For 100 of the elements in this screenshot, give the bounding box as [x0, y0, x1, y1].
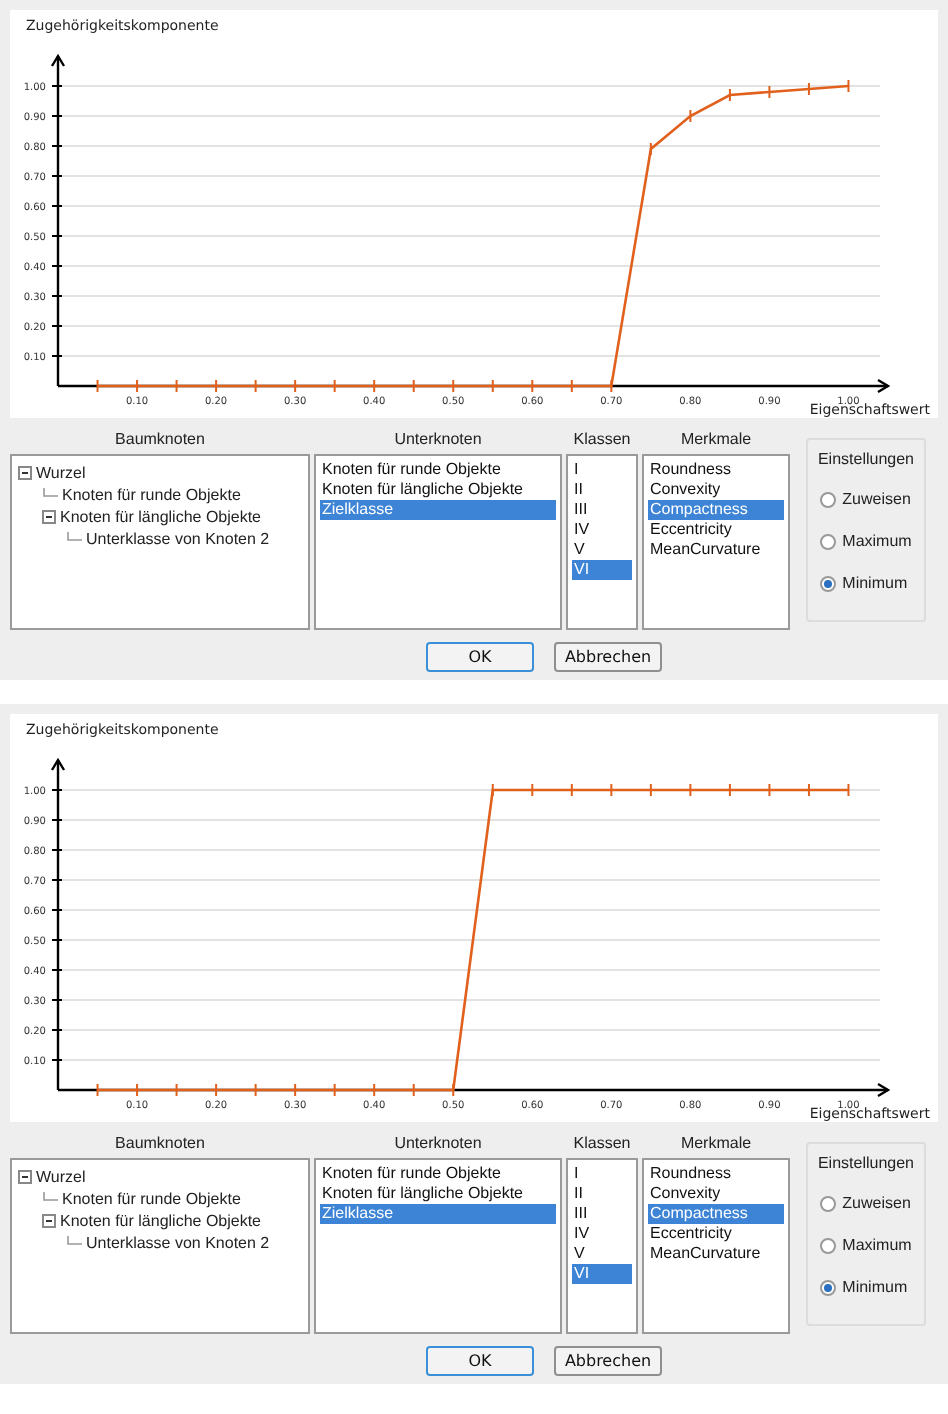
tree-connector-icon	[42, 487, 58, 503]
column-heading: Baumknoten	[115, 428, 205, 452]
data-point-marker	[452, 1083, 455, 1097]
data-point-marker	[412, 379, 415, 393]
tree-item[interactable]: Knoten für längliche Objekte	[60, 1209, 262, 1233]
collapse-icon[interactable]	[42, 510, 56, 524]
list-item[interactable]: Compactness	[648, 1204, 784, 1224]
list-item[interactable]: Knoten für runde Objekte	[320, 460, 556, 480]
column-heading: Klassen	[573, 1132, 631, 1156]
list-item[interactable]: Knoten für runde Objekte	[320, 1164, 556, 1184]
y-tick-mark	[51, 85, 63, 87]
radio-button[interactable]	[820, 534, 837, 550]
radio-button[interactable]	[820, 492, 837, 508]
dialog-button[interactable]: Abbrechen	[554, 1346, 662, 1376]
column-heading: Baumknoten	[115, 1132, 205, 1156]
data-point-marker	[531, 783, 534, 797]
data-point-marker	[373, 379, 376, 393]
list-item[interactable]: II	[572, 480, 632, 500]
list-item[interactable]: Compactness	[648, 500, 784, 520]
data-point-marker	[136, 379, 139, 393]
collapse-icon[interactable]	[42, 1214, 56, 1228]
tree-item[interactable]: Unterklasse von Knoten 2	[86, 1231, 270, 1255]
y-tick-mark	[51, 969, 63, 971]
data-point-marker	[333, 379, 336, 393]
tree-item[interactable]: Wurzel	[36, 461, 86, 485]
radio-label[interactable]: Maximum	[842, 1234, 912, 1258]
tree-item[interactable]: Wurzel	[36, 1165, 86, 1189]
column-heading: Unterknoten	[394, 1132, 482, 1156]
y-tick-mark	[51, 999, 63, 1001]
list-item[interactable]: Zielklasse	[320, 500, 556, 520]
column-heading: Merkmale	[680, 1132, 752, 1156]
list-item[interactable]: Convexity	[648, 480, 784, 500]
radio-button[interactable]	[820, 1280, 837, 1296]
data-point-marker	[570, 379, 573, 393]
list-item[interactable]: III	[572, 500, 632, 520]
y-tick-mark	[51, 325, 63, 327]
data-point-marker	[175, 379, 178, 393]
y-tick-mark	[51, 115, 63, 117]
data-point-marker	[807, 783, 810, 797]
list-item[interactable]: Roundness	[648, 460, 784, 480]
list-item[interactable]: V	[572, 540, 632, 560]
data-point-marker	[649, 783, 652, 797]
list-item[interactable]: VI	[572, 1264, 632, 1284]
list-item[interactable]: I	[572, 460, 632, 480]
list-item[interactable]: MeanCurvature	[648, 1244, 784, 1264]
list-item[interactable]: II	[572, 1184, 632, 1204]
radio-button[interactable]	[820, 1196, 837, 1212]
list-item[interactable]: Knoten für längliche Objekte	[320, 1184, 556, 1204]
group-title: Einstellungen	[817, 1152, 915, 1176]
list-item[interactable]: Eccentricity	[648, 520, 784, 540]
y-tick-mark	[51, 355, 63, 357]
radio-label[interactable]: Maximum	[842, 530, 912, 554]
list-item[interactable]: Convexity	[648, 1184, 784, 1204]
collapse-icon[interactable]	[18, 1170, 32, 1184]
tree-item[interactable]: Knoten für runde Objekte	[62, 1187, 241, 1211]
data-point-marker	[768, 85, 771, 99]
radio-label[interactable]: Zuweisen	[842, 488, 911, 512]
data-point-marker	[847, 783, 850, 797]
data-point-marker	[254, 379, 257, 393]
data-point-marker	[412, 1083, 415, 1097]
list-item[interactable]: MeanCurvature	[648, 540, 784, 560]
list-item[interactable]: III	[572, 1204, 632, 1224]
collapse-icon[interactable]	[18, 466, 32, 480]
data-point-marker	[570, 783, 573, 797]
data-point-marker	[689, 783, 692, 797]
y-tick-mark	[51, 295, 63, 297]
tree-item[interactable]: Unterklasse von Knoten 2	[86, 527, 270, 551]
data-point-marker	[807, 82, 810, 96]
tree-item[interactable]: Knoten für längliche Objekte	[60, 505, 262, 529]
data-point-marker	[847, 79, 850, 93]
list-item[interactable]: IV	[572, 520, 632, 540]
list-item[interactable]: Knoten für längliche Objekte	[320, 480, 556, 500]
radio-label[interactable]: Minimum	[842, 1276, 908, 1300]
list-item[interactable]: VI	[572, 560, 632, 580]
tree-item[interactable]: Knoten für runde Objekte	[62, 483, 241, 507]
list-item[interactable]: Zielklasse	[320, 1204, 556, 1224]
y-tick-mark	[51, 1029, 63, 1031]
data-point-marker	[491, 379, 494, 393]
list-item[interactable]: Eccentricity	[648, 1224, 784, 1244]
list-item[interactable]: V	[572, 1244, 632, 1264]
radio-button[interactable]	[820, 576, 837, 592]
data-point-marker	[649, 142, 652, 156]
column-heading: Merkmale	[680, 428, 752, 452]
data-point-marker	[294, 1083, 297, 1097]
group-title: Einstellungen	[817, 448, 915, 472]
radio-button[interactable]	[820, 1238, 837, 1254]
dialog-button[interactable]: OK	[426, 1346, 534, 1376]
list-item[interactable]: IV	[572, 1224, 632, 1244]
radio-label[interactable]: Zuweisen	[842, 1192, 911, 1216]
list-item[interactable]: I	[572, 1164, 632, 1184]
dialog-button[interactable]: Abbrechen	[554, 642, 662, 672]
dialog-button[interactable]: OK	[426, 642, 534, 672]
y-tick-mark	[51, 909, 63, 911]
y-tick-mark	[51, 849, 63, 851]
radio-label[interactable]: Minimum	[842, 572, 908, 596]
y-tick-mark	[51, 175, 63, 177]
list-item[interactable]: Roundness	[648, 1164, 784, 1184]
tree-connector-icon	[42, 1191, 58, 1207]
data-point-marker	[136, 1083, 139, 1097]
tree-connector-icon	[66, 1235, 82, 1251]
